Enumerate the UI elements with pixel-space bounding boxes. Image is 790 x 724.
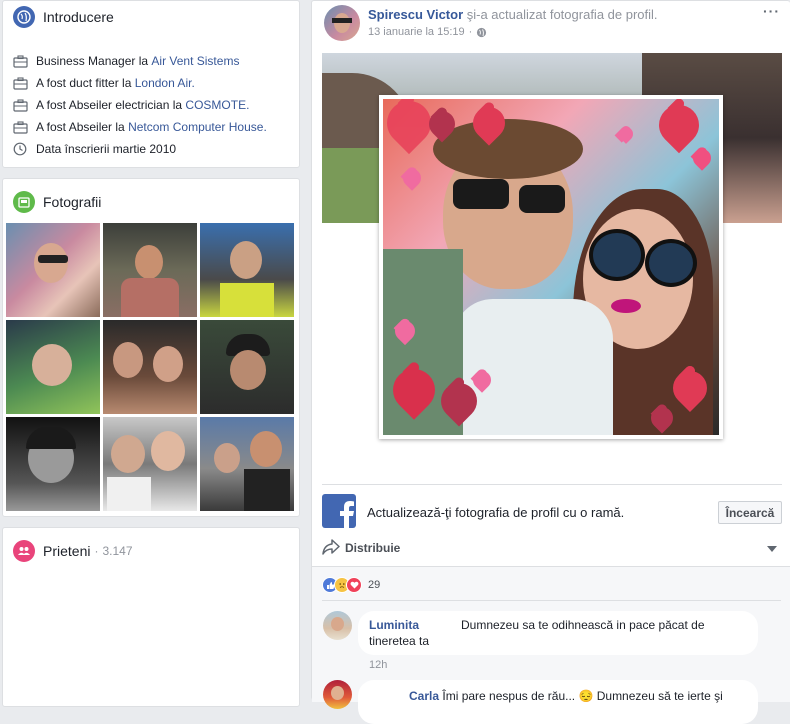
frame-heart <box>399 165 425 191</box>
employer-link[interactable]: COSMOTE. <box>185 98 249 112</box>
friends-count: 3.147 <box>102 544 133 558</box>
comment-author-link[interactable]: Carla <box>409 689 439 703</box>
comment-text: Îmi pare nespus de rău... 😔 Dumnezeu să … <box>442 689 723 703</box>
intro-item-prefix: A fost Abseiler la <box>36 120 129 134</box>
comment-bubble: Carla Îmi pare nespus de rău... 😔 Dumnez… <box>358 680 758 724</box>
comment-timestamp[interactable]: 12h <box>369 659 387 671</box>
frame-promo-text: Actualizează-ţi fotografia de profil cu … <box>367 505 625 520</box>
friends-card: Prieteni · 3.147 <box>2 527 300 707</box>
photo-grid <box>6 223 294 511</box>
comments-divider <box>322 600 781 601</box>
friends-count-separator: · <box>94 544 99 558</box>
profile-picture-frame[interactable] <box>379 95 723 439</box>
post-meta: 13 ianuarie la 15:19 · <box>368 26 487 38</box>
photo-thumbnail[interactable] <box>200 320 294 414</box>
intro-item-prefix: A fost duct fitter la <box>36 76 135 90</box>
post-options-button[interactable]: ··· <box>763 3 780 19</box>
photo-thumbnail[interactable] <box>6 417 100 511</box>
photo-thumbnail[interactable] <box>103 417 197 511</box>
intro-list: Business Manager la Air Vent Sistems A f… <box>13 50 293 160</box>
post-header-line: Spirescu Victor şi-a actualizat fotograf… <box>368 7 658 22</box>
comments-section: 29 Luminita Dumnezeu sa te odihnească in… <box>312 566 790 724</box>
frame-heart <box>650 99 708 154</box>
photos-title: Fotografii <box>43 194 102 210</box>
comment-bubble: Luminita Dumnezeu sa te odihnească in pa… <box>358 611 758 655</box>
briefcase-icon <box>13 120 28 134</box>
briefcase-icon <box>13 54 28 68</box>
globe-privacy-icon[interactable] <box>476 27 487 38</box>
intro-item-work-1: Business Manager la Air Vent Sistems <box>13 50 293 72</box>
reactions-summary[interactable]: 29 <box>322 577 380 593</box>
employer-link[interactable]: London Air. <box>135 76 195 90</box>
chevron-down-icon[interactable] <box>767 546 777 552</box>
employer-link[interactable]: Netcom Computer House. <box>128 120 267 134</box>
friends-header: Prieteni · 3.147 <box>13 540 133 562</box>
intro-item-joined: Data înscrierii martie 2010 <box>13 138 293 160</box>
friends-icon <box>13 540 35 562</box>
author-name-link[interactable]: Spirescu Victor <box>368 7 463 22</box>
photo-thumbnail[interactable] <box>103 320 197 414</box>
photo-thumbnail[interactable] <box>200 223 294 317</box>
friends-title[interactable]: Prieteni <box>43 543 90 559</box>
post-card: Spirescu Victor şi-a actualizat fotograf… <box>311 0 790 724</box>
commenter-avatar[interactable] <box>323 680 352 709</box>
share-row: Distribuie <box>322 536 777 558</box>
photos-card: Fotografii <box>2 178 300 517</box>
joined-text: Data înscrierii martie 2010 <box>36 142 177 156</box>
frame-heart <box>689 145 715 171</box>
photo-thumbnail[interactable] <box>6 223 100 317</box>
commenter-avatar[interactable] <box>323 611 352 640</box>
frame-promo: Actualizează-ţi fotografia de profil cu … <box>322 494 782 528</box>
post-action: şi-a actualizat fotografia de profil. <box>463 7 658 22</box>
photo-thumbnail[interactable] <box>103 223 197 317</box>
photo-thumbnail[interactable] <box>6 320 100 414</box>
employer-link[interactable]: Air Vent Sistems <box>151 54 239 68</box>
frame-heart <box>616 124 636 144</box>
facebook-logo-icon <box>322 494 356 528</box>
photos-header: Fotografii <box>13 191 101 213</box>
intro-header: Introducere <box>13 6 114 28</box>
briefcase-icon <box>13 76 28 90</box>
profile-picture[interactable] <box>383 99 719 435</box>
post-timestamp[interactable]: 13 ianuarie la 15:19 <box>368 26 465 38</box>
reaction-count[interactable]: 29 <box>368 579 380 591</box>
try-frame-button[interactable]: Încearcă <box>718 501 782 524</box>
photo-divider <box>322 484 782 485</box>
photos-icon <box>13 191 35 213</box>
meta-dot: · <box>468 26 473 38</box>
share-button[interactable]: Distribuie <box>345 541 400 555</box>
briefcase-icon <box>13 98 28 112</box>
author-avatar[interactable] <box>324 5 360 41</box>
clock-icon <box>13 142 27 156</box>
intro-item-work-3: A fost Abseiler electrician la COSMOTE. <box>13 94 293 116</box>
photo-thumbnail[interactable] <box>200 417 294 511</box>
globe-icon <box>13 6 35 28</box>
share-icon[interactable] <box>322 539 340 555</box>
love-reaction-icon <box>346 577 362 593</box>
intro-title: Introducere <box>43 9 114 25</box>
comment-text: Dumnezeu sa te odihnească in pace păcat … <box>369 618 705 648</box>
intro-item-prefix: A fost Abseiler electrician la <box>36 98 186 112</box>
intro-item-work-2: A fost duct fitter la London Air. <box>13 72 293 94</box>
intro-item-work-4: A fost Abseiler la Netcom Computer House… <box>13 116 293 138</box>
intro-card: Introducere Business Manager la Air Vent… <box>2 0 300 168</box>
intro-item-prefix: Business Manager la <box>36 54 152 68</box>
